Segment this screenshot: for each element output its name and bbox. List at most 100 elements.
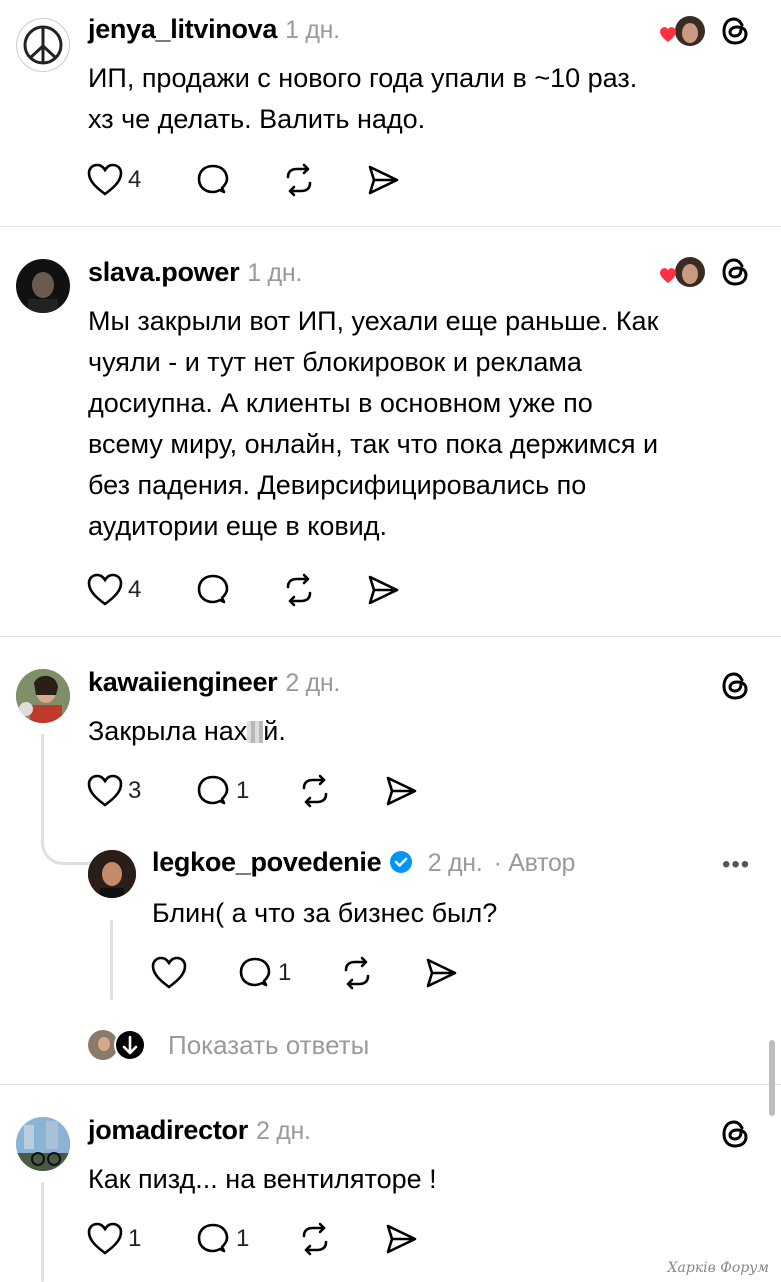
reply-avatar[interactable] bbox=[88, 850, 136, 898]
thread-connector bbox=[41, 734, 92, 865]
censored-letter bbox=[247, 721, 264, 743]
avatar[interactable] bbox=[16, 1117, 70, 1171]
like-button[interactable]: 3 bbox=[86, 771, 141, 811]
comment-button[interactable] bbox=[194, 570, 232, 610]
text-line: чуяли - и тут нет блокировок и реклама bbox=[88, 347, 582, 377]
send-icon bbox=[368, 165, 399, 195]
verified-badge-icon bbox=[389, 851, 412, 873]
comment-icon bbox=[239, 957, 271, 987]
send-icon bbox=[386, 776, 417, 806]
username[interactable]: slava.power bbox=[88, 257, 240, 287]
post-5: jomadirector 2 дн. Как пизд... на вентиля… bbox=[0, 1085, 781, 1282]
heart-icon bbox=[87, 1222, 123, 1255]
comment-icon bbox=[197, 574, 229, 604]
repost-button[interactable] bbox=[280, 570, 318, 610]
post-text: Мы закрыли вот ИП, уехали еще раньше. Ка… bbox=[88, 301, 658, 547]
heart-icon bbox=[87, 573, 123, 606]
text-part: Закрыла нах bbox=[88, 716, 248, 746]
like-count: 4 bbox=[128, 576, 142, 603]
repost-icon bbox=[344, 956, 370, 990]
heart-icon bbox=[87, 163, 123, 196]
heart-icon bbox=[87, 774, 123, 807]
repost-button[interactable] bbox=[296, 771, 334, 811]
avatar[interactable] bbox=[16, 669, 70, 723]
comment-count: 1 bbox=[236, 1225, 250, 1252]
like-count: 1 bbox=[128, 1225, 142, 1252]
person-photo-icon bbox=[16, 669, 70, 723]
text-line: Мы закрыли вот ИП, уехали еще раньше. Ка… bbox=[88, 306, 659, 336]
post-2: slava.power 1 дн. Мы закрыли вот ИП, уеха… bbox=[0, 227, 781, 637]
comment-icon bbox=[197, 1223, 229, 1253]
repost-button[interactable] bbox=[280, 160, 318, 200]
person-photo-icon bbox=[16, 1117, 70, 1171]
avatar[interactable] bbox=[16, 18, 70, 72]
reply-text: Блин( а что за бизнес был? bbox=[152, 898, 498, 928]
timestamp: 1 дн. bbox=[247, 259, 302, 287]
comment-icon bbox=[197, 775, 229, 805]
username[interactable]: jomadirector bbox=[88, 1115, 248, 1145]
text-part: й. bbox=[263, 716, 286, 746]
threads-logo-icon[interactable] bbox=[718, 255, 752, 289]
reply-actions: 1 bbox=[150, 953, 470, 993]
repost-button[interactable] bbox=[338, 953, 376, 993]
repost-icon bbox=[302, 774, 328, 808]
like-button[interactable] bbox=[150, 953, 188, 993]
share-button[interactable] bbox=[364, 160, 402, 200]
reply-username[interactable]: legkoe_povedenie bbox=[152, 847, 382, 877]
timestamp: 2 дн. bbox=[285, 669, 341, 697]
send-icon bbox=[386, 1224, 417, 1254]
repost-button[interactable] bbox=[296, 1219, 334, 1259]
share-button[interactable] bbox=[422, 953, 460, 993]
share-button[interactable] bbox=[382, 1219, 420, 1259]
text-line: аудитории еще в ковид. bbox=[88, 511, 388, 541]
avatar[interactable] bbox=[16, 259, 70, 313]
like-button[interactable]: 4 bbox=[86, 160, 141, 200]
share-button[interactable] bbox=[364, 570, 402, 610]
threads-logo-icon[interactable] bbox=[718, 14, 752, 48]
comment-button[interactable] bbox=[194, 160, 232, 200]
author-label: · Автор bbox=[493, 849, 576, 877]
scrollbar[interactable] bbox=[769, 1040, 775, 1116]
threads-logo-icon[interactable] bbox=[718, 669, 752, 703]
repost-icon bbox=[302, 1222, 328, 1256]
comment-button[interactable]: 1 bbox=[236, 953, 291, 993]
post-1: jenya_litvinova 1 дн. ИП, продажи с новог… bbox=[0, 0, 781, 226]
person-photo-icon bbox=[88, 850, 136, 898]
like-button[interactable]: 1 bbox=[86, 1219, 141, 1259]
post-actions: 1 1 bbox=[86, 1219, 426, 1259]
repost-icon bbox=[286, 163, 312, 197]
comment-button[interactable]: 1 bbox=[194, 771, 249, 811]
show-replies-button[interactable]: Показать ответы bbox=[86, 1027, 369, 1063]
liked-by-author-icon bbox=[656, 255, 710, 289]
username[interactable]: kawaiiengineer bbox=[88, 667, 278, 697]
comment-count: 1 bbox=[278, 959, 292, 986]
show-replies-label: Показать ответы bbox=[168, 1029, 370, 1060]
comment-button[interactable]: 1 bbox=[194, 1219, 249, 1259]
send-icon bbox=[368, 575, 399, 605]
text-line: без падения. Девирсифицировались по bbox=[88, 470, 587, 500]
share-button[interactable] bbox=[382, 771, 420, 811]
post-actions: 4 bbox=[86, 570, 406, 610]
post-text: Закрыла нах й. bbox=[88, 711, 286, 752]
text-line: хз че делать. Валить надо. bbox=[88, 104, 426, 134]
username[interactable]: jenya_litvinova bbox=[88, 14, 277, 44]
timestamp: 2 дн. bbox=[427, 849, 483, 877]
timestamp: 2 дн. bbox=[255, 1117, 311, 1145]
comment-count: 1 bbox=[236, 777, 250, 804]
thread-connector bbox=[41, 1182, 44, 1282]
post-3: kawaiiengineer 2 дн. Закрыла нах й. 3 1 le… bbox=[0, 637, 781, 1085]
like-count: 3 bbox=[128, 777, 142, 804]
text-line: досиупна. А клиенты в основном уже по bbox=[88, 388, 593, 418]
watermark: Харків Форум bbox=[667, 1260, 769, 1276]
like-button[interactable]: 4 bbox=[86, 570, 141, 610]
text-line: всему миру, онлайн, так что пока держимс… bbox=[88, 429, 659, 459]
repost-icon bbox=[286, 573, 312, 607]
post-actions: 4 bbox=[86, 160, 406, 200]
send-icon bbox=[426, 958, 457, 988]
post-text: ИП, продажи с нового года упали в ~10 ра… bbox=[88, 58, 637, 140]
more-options-button[interactable]: ••• bbox=[722, 851, 750, 879]
peace-sign-icon bbox=[23, 25, 63, 65]
heart-icon bbox=[151, 956, 187, 989]
threads-logo-icon[interactable] bbox=[718, 1117, 752, 1151]
like-count: 4 bbox=[128, 166, 142, 193]
